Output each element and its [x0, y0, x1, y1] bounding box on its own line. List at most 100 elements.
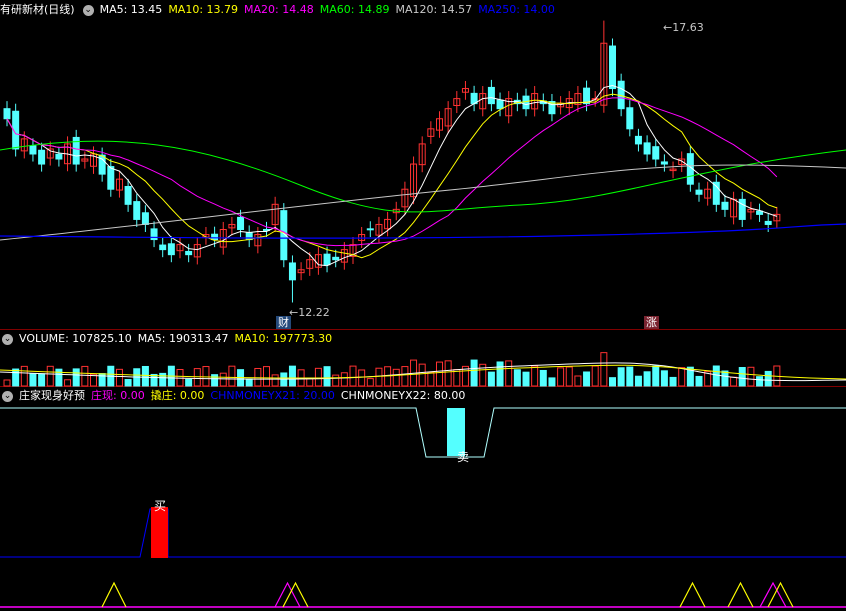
volume-bar [219, 372, 227, 387]
volume-bar [211, 374, 219, 387]
volume-bar [643, 371, 651, 387]
candle-body [323, 253, 331, 266]
rise-tag[interactable]: 涨 [644, 316, 659, 329]
indicator-spike [679, 581, 706, 608]
volume-bar [271, 374, 279, 387]
candle-body [652, 146, 660, 160]
volume-bar [141, 365, 149, 387]
volume-bar [583, 371, 591, 387]
volume-bar [756, 376, 764, 387]
candle-body [55, 153, 63, 160]
volume-bar [436, 361, 443, 387]
volume-bar [314, 367, 322, 387]
candle-body [366, 228, 374, 231]
volume-bar [12, 368, 20, 387]
candle-body [185, 250, 193, 256]
candle-body [695, 189, 703, 195]
volume-bar [487, 371, 495, 387]
volume-bar [150, 373, 158, 387]
candles [3, 20, 781, 303]
volume-bar [64, 379, 72, 387]
candle-body [643, 142, 651, 155]
volume-bar [427, 371, 435, 387]
ma-lines [0, 85, 846, 267]
candle-body [609, 45, 616, 90]
volume-bar [375, 367, 383, 387]
candle-body [159, 244, 167, 251]
candle-body [332, 256, 340, 261]
volume-bar [392, 368, 400, 387]
kline-chart[interactable] [0, 0, 846, 611]
volume-bar [617, 367, 625, 387]
indicator-spike [727, 581, 754, 608]
candle-body [133, 201, 141, 220]
volume-bar [747, 366, 755, 387]
volume-bar [332, 374, 340, 387]
volume-bar [505, 360, 513, 387]
volume-bar [738, 367, 746, 387]
ma-line [6, 97, 778, 247]
candle-body [487, 86, 495, 105]
volume-bar [652, 365, 660, 387]
candle-body [522, 95, 530, 110]
volume-bar [513, 369, 521, 387]
indicator-upper-line [0, 407, 846, 458]
volume-bar [115, 368, 123, 387]
candle-body [237, 216, 245, 230]
volume-bar [678, 367, 686, 387]
volume-bar [539, 369, 547, 387]
volume-bar [185, 378, 193, 387]
volume-bar [418, 363, 426, 387]
volume-bar [38, 373, 46, 387]
candle-body [167, 243, 175, 256]
volume-bar [81, 365, 89, 387]
volume-bar [72, 368, 80, 387]
indicator-lines [0, 407, 846, 608]
high-price-label: ←17.63 [663, 21, 704, 34]
volume-bar [453, 369, 461, 387]
candle-body [583, 87, 591, 105]
candle-body [211, 233, 219, 241]
indicator-spike [274, 581, 301, 608]
volume-bar [557, 367, 565, 387]
volume-bar [228, 365, 236, 387]
volume-bar [695, 375, 703, 387]
candle-body [764, 220, 772, 225]
volume-bar [496, 361, 504, 387]
sell-marker: 卖 [457, 450, 470, 464]
volume-bar [358, 369, 366, 387]
sell-bar [447, 408, 465, 456]
volume-bar [531, 365, 539, 387]
volume-bar [444, 360, 452, 387]
buy-bar [151, 507, 168, 558]
volume-bar [288, 365, 296, 387]
volume-bar [29, 373, 37, 387]
candle-body [107, 166, 115, 190]
candle-body [634, 135, 642, 145]
volume-bar [349, 365, 357, 387]
volume-bar [245, 378, 253, 387]
volume-bar [366, 378, 374, 387]
volume-bar [340, 372, 348, 387]
indicator-spike [101, 581, 127, 608]
candle-body [38, 149, 46, 165]
ma-line [6, 85, 778, 267]
candle-body [141, 212, 149, 225]
volume-bar [626, 366, 634, 387]
candle-body [626, 107, 634, 130]
candle-body [496, 99, 504, 110]
volume-bar [306, 378, 314, 387]
volume-bar [522, 371, 530, 387]
volume-bar [548, 377, 556, 387]
volume-bar [470, 359, 478, 387]
volume-bar [401, 366, 409, 387]
volume-bar [384, 366, 392, 387]
finance-tag[interactable]: 财 [276, 316, 291, 329]
candle-body [288, 262, 296, 281]
candle-body [124, 185, 132, 205]
candle-body [660, 161, 668, 165]
volume-bar [574, 375, 582, 387]
volume-bar [712, 365, 720, 387]
volume-bar [3, 379, 11, 387]
candle-body [756, 210, 764, 215]
